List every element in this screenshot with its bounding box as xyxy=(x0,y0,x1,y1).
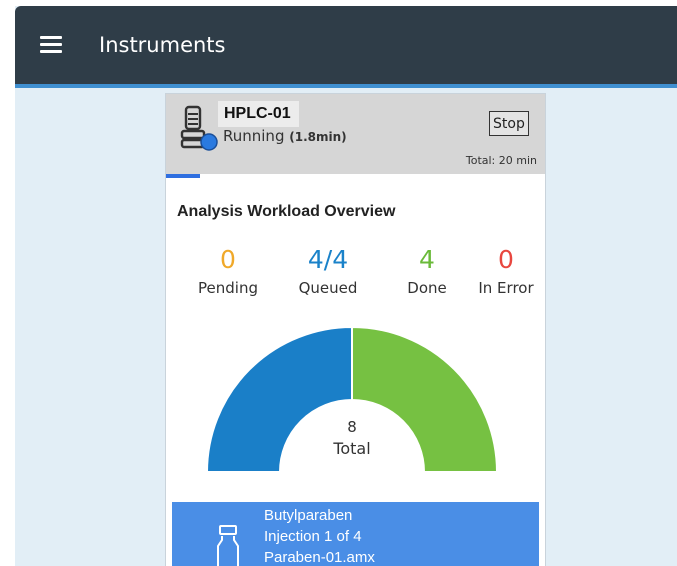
stat-pending: 0 Pending xyxy=(183,244,273,298)
hamburger-icon[interactable] xyxy=(40,36,62,54)
stat-done-label: Done xyxy=(407,279,447,297)
elapsed-time: (1.8min) xyxy=(289,130,347,144)
stat-in-error: 0 In Error xyxy=(461,244,545,298)
stat-pending-value: 0 xyxy=(220,245,236,274)
top-bar: Instruments xyxy=(15,6,677,84)
compound-name: Butylparaben xyxy=(264,507,353,524)
page-title: Instruments xyxy=(99,33,226,57)
stat-pending-label: Pending xyxy=(198,279,258,297)
stat-done-value: 4 xyxy=(419,245,435,274)
stat-in-error-value: 0 xyxy=(498,245,514,274)
run-progress-fill xyxy=(166,174,201,178)
current-injection-item[interactable]: Butylparaben Injection 1 of 4 Paraben-01… xyxy=(172,502,539,566)
status-text: Running xyxy=(223,127,285,145)
donut-total-label: Total xyxy=(333,439,371,458)
hplc-instrument-icon xyxy=(180,105,218,151)
stat-queued: 4/4 Queued xyxy=(283,244,373,298)
instrument-name: HPLC-01 xyxy=(224,105,291,122)
stat-in-error-label: In Error xyxy=(478,279,534,297)
instrument-card[interactable]: HPLC-01 Running (1.8min) Stop Total: 20 … xyxy=(165,93,546,566)
donut-total: 8 Total xyxy=(306,416,398,460)
workload-donut-chart xyxy=(205,325,499,473)
instruments-app: Instruments HPLC-01 Running (1.8min) Sto… xyxy=(15,6,677,566)
method-file: Paraben-01.amx xyxy=(264,549,375,566)
instrument-status: Running (1.8min) xyxy=(223,125,347,148)
total-run-time: Total: 20 min xyxy=(465,154,537,167)
stat-done: 4 Done xyxy=(382,244,472,298)
header-accent-strip xyxy=(15,84,677,88)
injection-details: Butylparaben Injection 1 of 4 Paraben-01… xyxy=(264,505,375,566)
vial-icon xyxy=(217,525,239,566)
instrument-card-header: HPLC-01 Running (1.8min) Stop Total: 20 … xyxy=(166,94,545,174)
overview-title: Analysis Workload Overview xyxy=(177,203,396,220)
stop-button[interactable]: Stop xyxy=(489,111,529,136)
donut-total-value: 8 xyxy=(347,418,357,436)
injection-count: Injection 1 of 4 xyxy=(264,528,362,545)
stat-queued-label: Queued xyxy=(298,279,358,297)
instrument-name-box: HPLC-01 xyxy=(218,101,299,127)
run-progress-bar xyxy=(166,174,545,178)
stat-queued-value: 4/4 xyxy=(307,245,349,274)
